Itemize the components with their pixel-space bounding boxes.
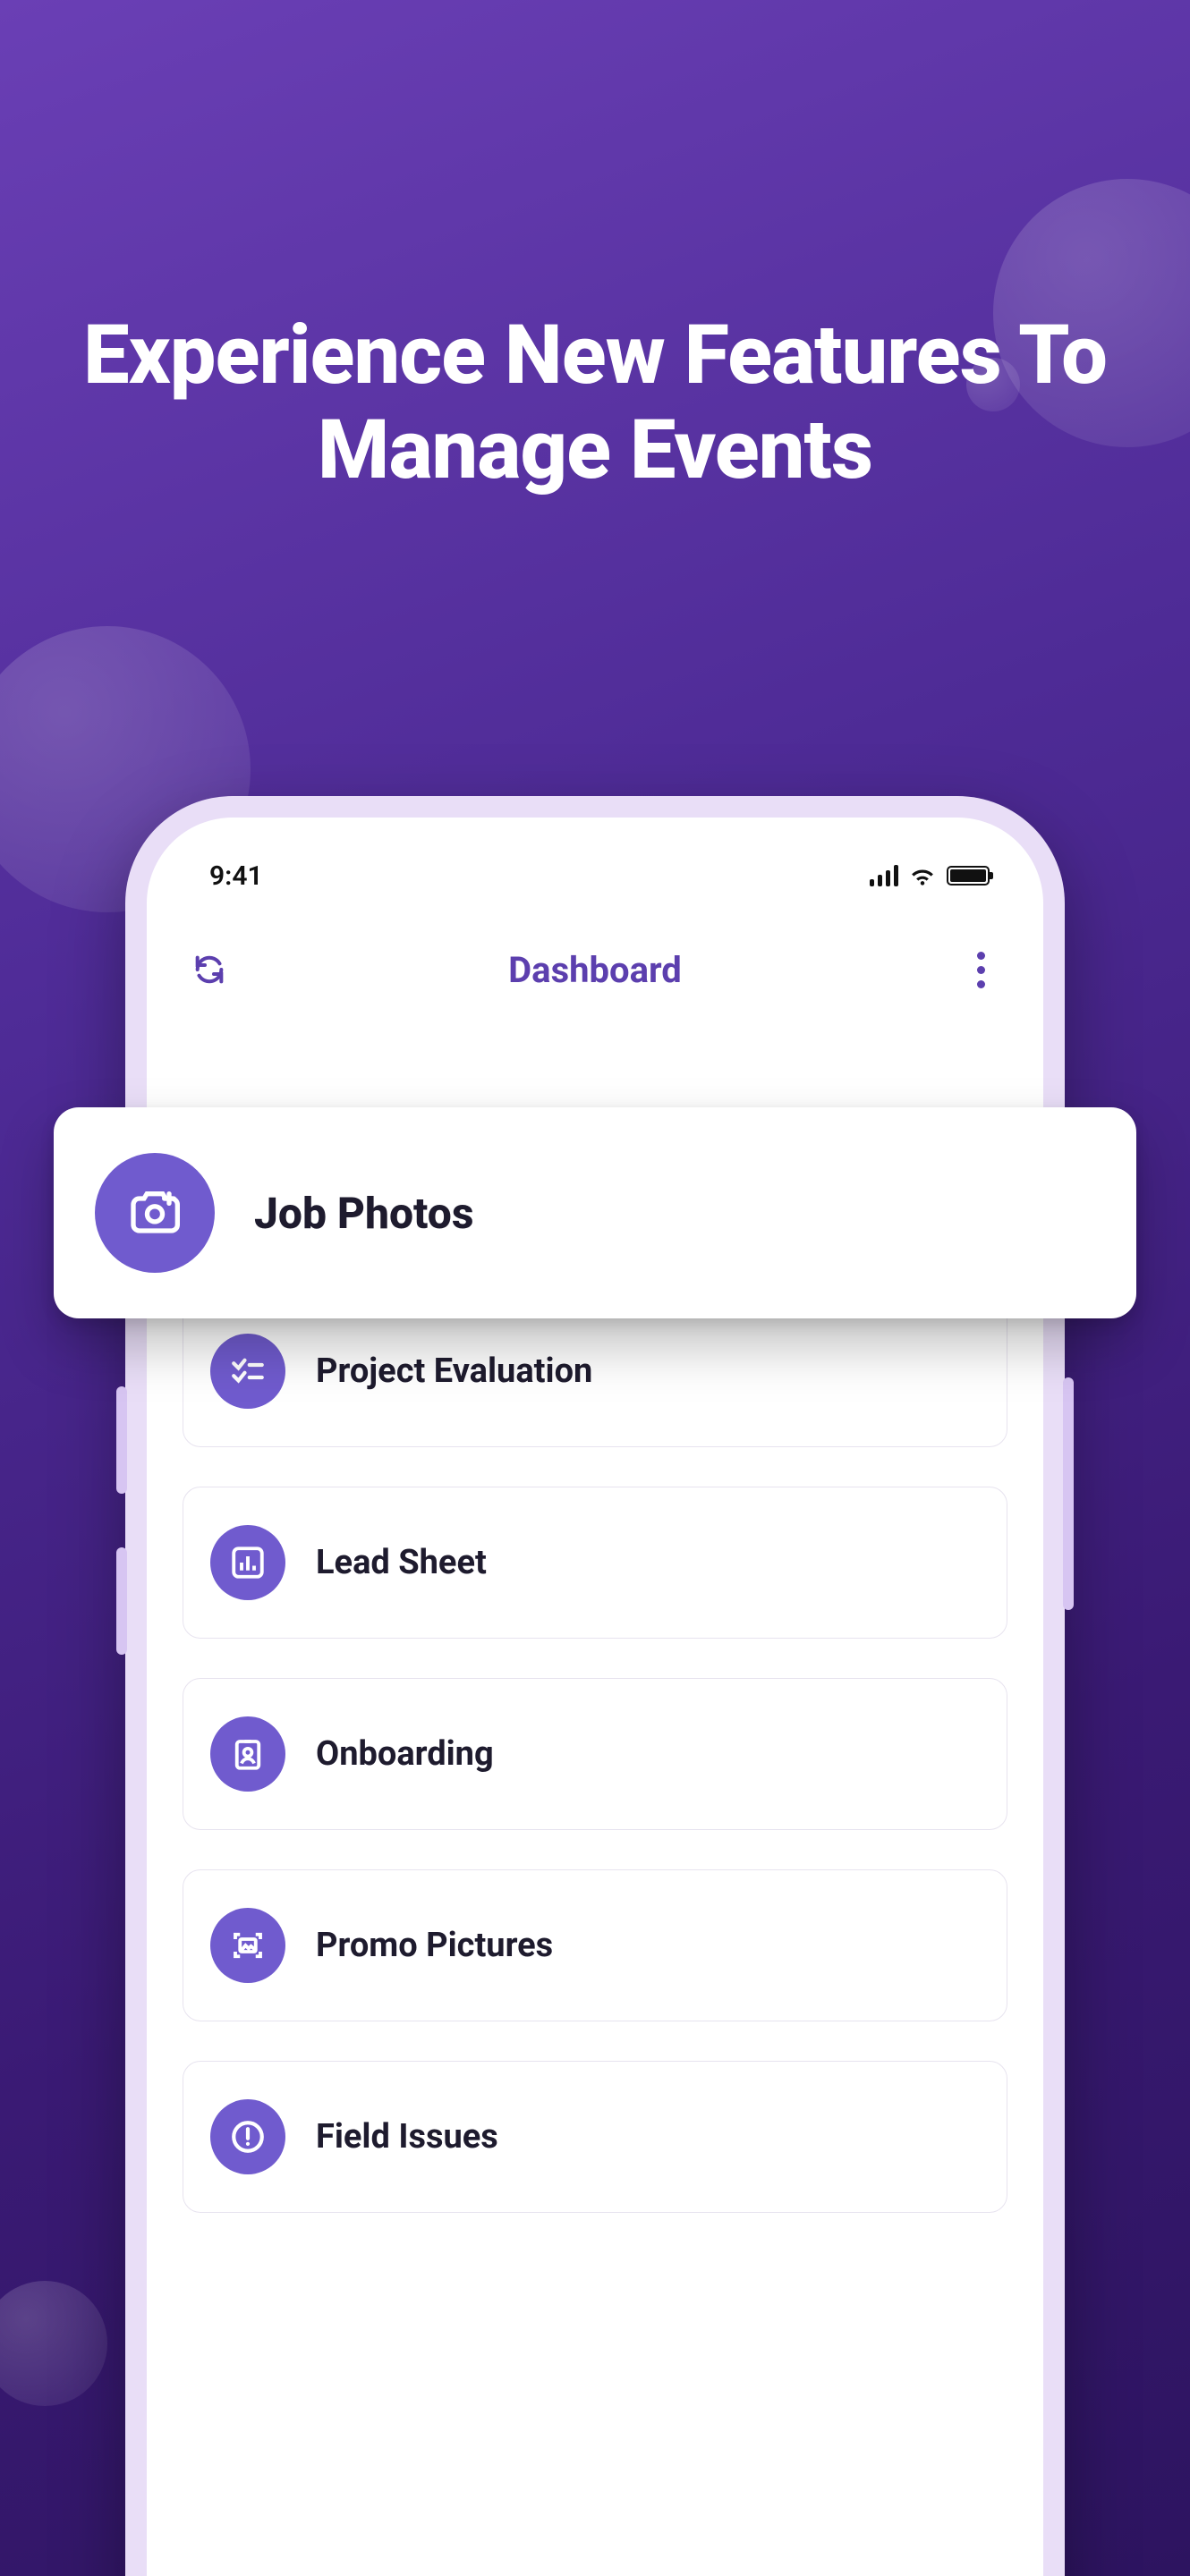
list-item-label: Project Evaluation xyxy=(316,1352,592,1391)
decorative-bubble xyxy=(0,2281,107,2406)
list-item-label: Promo Pictures xyxy=(316,1926,553,1965)
page-title: Dashboard xyxy=(236,949,954,991)
bar-chart-icon xyxy=(210,1525,285,1600)
list-item-job-photos[interactable]: Job Photos xyxy=(54,1107,1136,1318)
phone-side-button xyxy=(116,1547,127,1655)
list-item-label: Onboarding xyxy=(316,1734,494,1774)
more-vertical-icon xyxy=(977,952,985,988)
refresh-button[interactable] xyxy=(183,943,236,996)
promo-stage: Experience New Features To Manage Events… xyxy=(0,0,1190,2576)
list-item-label: Job Photos xyxy=(254,1188,473,1239)
wifi-icon xyxy=(909,865,936,886)
phone-frame: 9:41 xyxy=(125,796,1065,2576)
checklist-icon xyxy=(210,1334,285,1409)
list-item-onboarding[interactable]: Onboarding xyxy=(183,1678,1007,1830)
battery-icon xyxy=(947,866,990,886)
id-badge-icon xyxy=(210,1716,285,1792)
promo-headline: Experience New Features To Manage Events xyxy=(0,309,1190,498)
phone-side-button xyxy=(1063,1377,1074,1610)
list-item-label: Field Issues xyxy=(316,2117,498,2157)
more-options-button[interactable] xyxy=(954,943,1007,996)
issue-icon xyxy=(210,2099,285,2174)
camera-plus-icon xyxy=(95,1153,215,1273)
image-frame-icon xyxy=(210,1908,285,1983)
status-indicators xyxy=(870,865,990,886)
app-bar: Dashboard xyxy=(147,916,1043,1023)
list-item-lead-sheet[interactable]: Lead Sheet xyxy=(183,1487,1007,1639)
phone-side-button xyxy=(116,1386,127,1494)
status-bar: 9:41 xyxy=(147,835,1043,916)
list-item-promo-pictures[interactable]: Promo Pictures xyxy=(183,1869,1007,2021)
status-time: 9:41 xyxy=(209,860,263,892)
list-item-label: Lead Sheet xyxy=(316,1543,487,1582)
phone-screen: 9:41 xyxy=(147,818,1043,2576)
list-item-field-issues[interactable]: Field Issues xyxy=(183,2061,1007,2213)
cellular-signal-icon xyxy=(870,865,898,886)
